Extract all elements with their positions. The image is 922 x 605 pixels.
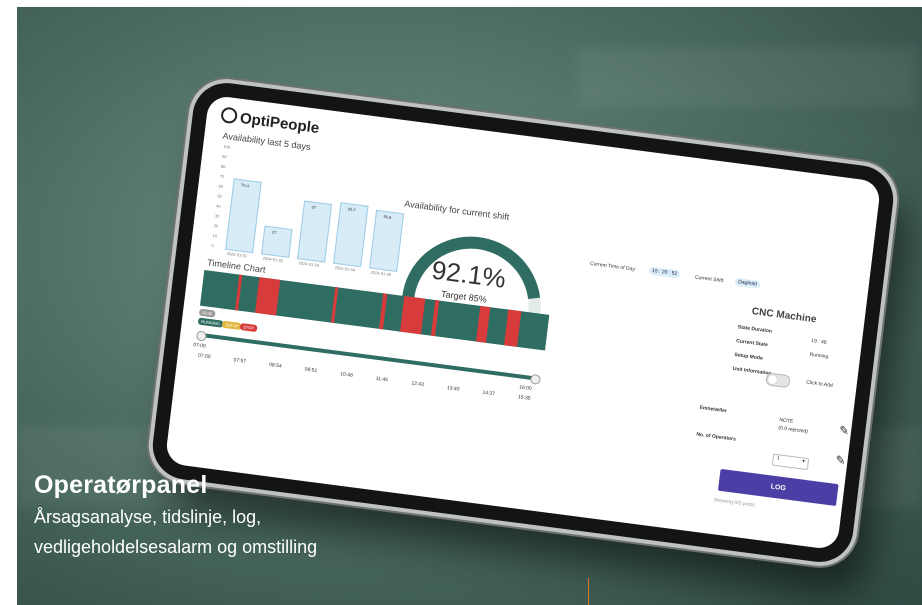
y-tick-label: 70 <box>219 173 225 180</box>
y-tick-label: 20 <box>213 223 219 229</box>
counter-rejected: (0.0 rejected) <box>778 425 809 435</box>
y-tick-label: 80 <box>220 163 226 170</box>
y-tick-label: 40 <box>215 203 221 209</box>
timeline-tick-label: 10:48 <box>339 371 354 379</box>
background-blur <box>577 47 917 107</box>
y-tick-label: 0 <box>211 242 214 249</box>
timeline-tick-label: 14:37 <box>482 389 496 398</box>
caption-line-1: Årsagsanalyse, tidslinje, log, <box>34 507 262 527</box>
availability-bar <box>333 202 369 268</box>
counter-value: NOTE <box>778 417 794 425</box>
bar-value-label: 70.4 <box>240 181 250 188</box>
bar-value-label: 56.8 <box>383 214 392 221</box>
legend-stop: STOP <box>239 322 258 333</box>
operators-select[interactable]: 1 ▾ <box>771 453 810 471</box>
edit-operators-icon[interactable]: ✎ <box>835 453 847 468</box>
bar-value-label: 60.2 <box>347 206 356 213</box>
machine-row-label: State Duration <box>737 324 773 335</box>
y-tick-label: 60 <box>218 183 224 189</box>
y-tick-label: 100 <box>223 143 231 150</box>
timeline-time-chip: 09:40 <box>198 308 216 318</box>
range-end-handle[interactable] <box>529 373 541 386</box>
timeline-tick-label: 11:45 <box>375 375 389 384</box>
y-axis: 100 90 80 70 60 50 40 30 20 10 0 <box>209 95 881 248</box>
divider-line <box>588 578 589 605</box>
timeline-tick-label: 09:51 <box>304 366 318 375</box>
timeline-ticks: 07:00 07:57 08:54 09:51 10:48 11:45 12:43 13:40… <box>198 95 881 402</box>
machine-row-value: 19 : 48 <box>810 337 827 346</box>
machine-title: CNC Machine <box>751 306 817 326</box>
chevron-down-icon: ▾ <box>801 458 806 465</box>
timeline-tick-label: 07:00 <box>197 352 211 361</box>
machine-row-value: Click to Add <box>805 379 834 389</box>
counter-label: Emnetæller <box>699 404 728 415</box>
y-tick-label: 90 <box>221 153 227 160</box>
legend-running: RUNNING <box>197 317 224 328</box>
machine-row-value: Running <box>809 351 829 361</box>
time-of-day-label: Current Time of Day: <box>589 260 637 273</box>
machine-row-label: Setup Mode <box>734 352 764 362</box>
current-shift-value: Daghold <box>734 277 761 289</box>
timeline-tick-label: 15:35 <box>517 394 531 402</box>
range-end-label: 16:00 <box>518 384 533 392</box>
range-start-label: 07:00 <box>192 342 207 350</box>
y-tick-label: 30 <box>214 213 220 219</box>
shift-availability-title: Availability for current shift <box>403 198 510 223</box>
setup-mode-toggle[interactable] <box>765 372 791 389</box>
legend-setup: SETUP <box>221 320 242 331</box>
y-tick-label: 50 <box>217 193 223 199</box>
y-tick-label: 10 <box>212 232 218 239</box>
caption: Operatørpanel Årsagsanalyse, tidslinje, … <box>34 471 317 560</box>
availability-bar-chart: 70.4 2024-01-01 27 2024-01-02 57 2024-01-03 60… <box>209 95 881 277</box>
range-start-handle[interactable] <box>195 330 207 342</box>
machine-info: State Duration 19 : 48 Current State Runnin… <box>209 95 881 389</box>
time-of-day-value: 15 : 20 : 52 <box>648 266 681 279</box>
bar-value-label: 57 <box>311 204 317 211</box>
edit-counter-icon[interactable]: ✎ <box>838 423 850 438</box>
showing-posts: Showing 0/0 posts <box>713 497 755 509</box>
logo-icon <box>220 106 239 125</box>
machine-row-label: Current State <box>735 338 769 349</box>
availability-bar <box>225 177 262 254</box>
availability-bar <box>261 225 293 258</box>
caption-line-2: vedligeholdelsesalarm og omstilling <box>34 537 318 557</box>
operators-label: No. of Operators <box>695 431 737 443</box>
timeline-tick-label: 08:54 <box>268 361 282 370</box>
current-shift-label: Current Shift: <box>694 274 725 285</box>
timeline-tick-label: 12:43 <box>410 380 425 388</box>
caption-heading: Operatørpanel <box>34 471 208 499</box>
timeline-tick-label: 07:57 <box>233 357 247 365</box>
bar-value-label: 27 <box>271 229 277 236</box>
timeline-tick-label: 13:40 <box>446 385 460 393</box>
